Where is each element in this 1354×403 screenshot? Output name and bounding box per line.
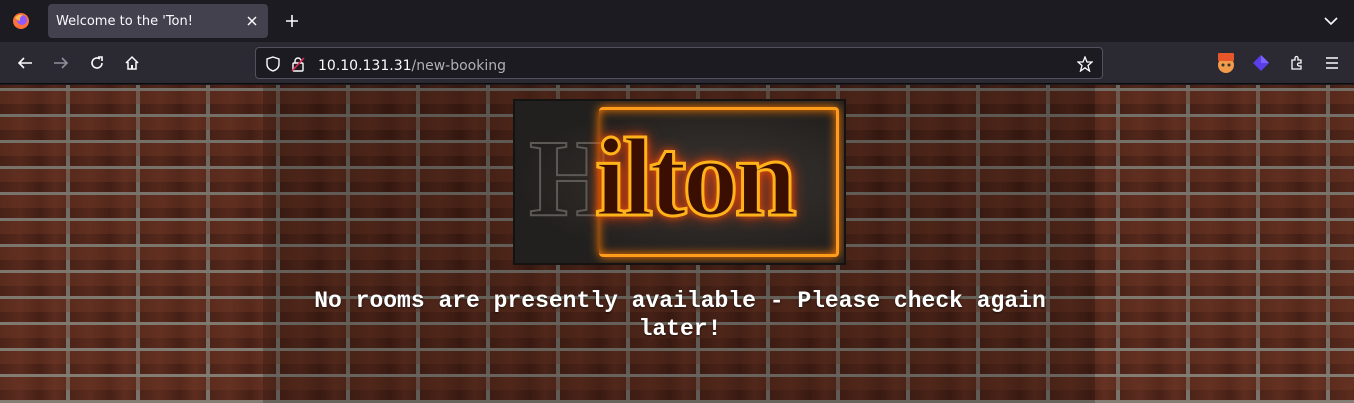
reload-button[interactable] xyxy=(83,49,111,77)
url-bar[interactable]: 10.10.131.31/new-booking xyxy=(255,47,1103,79)
tab-title: Welcome to the 'Ton! xyxy=(56,13,193,29)
burp-extension-button[interactable] xyxy=(1213,50,1239,76)
tab-strip: Welcome to the 'Ton! xyxy=(0,0,1354,42)
shield-icon[interactable] xyxy=(264,55,282,73)
bookmark-star-icon[interactable] xyxy=(1076,55,1094,73)
purple-cube-icon xyxy=(1253,55,1269,71)
tab-active[interactable]: Welcome to the 'Ton! xyxy=(48,4,268,38)
availability-message: No rooms are presently available - Pleas… xyxy=(314,288,1046,342)
app-menu-button[interactable] xyxy=(1319,50,1345,76)
extensions-icon xyxy=(1291,55,1302,70)
extensions-button[interactable] xyxy=(1284,50,1310,76)
hilton-neon-logo: H ilton xyxy=(513,99,846,265)
list-all-tabs-button[interactable] xyxy=(1318,8,1344,34)
arrow-right-icon xyxy=(54,57,69,69)
reload-icon xyxy=(91,56,103,69)
new-tab-button[interactable] xyxy=(279,8,305,34)
firefox-menu-button[interactable] xyxy=(8,8,34,34)
close-icon[interactable] xyxy=(242,11,262,31)
forward-button[interactable] xyxy=(47,49,75,77)
arrow-left-icon xyxy=(17,57,32,69)
menu-icon xyxy=(1326,57,1338,69)
cube-extension-button[interactable] xyxy=(1248,50,1274,76)
chevron-down-icon xyxy=(1324,17,1338,26)
burp-icon xyxy=(1218,53,1234,73)
back-button[interactable] xyxy=(11,49,39,77)
home-button[interactable] xyxy=(118,49,146,77)
insecure-lock-icon[interactable] xyxy=(289,55,307,73)
navigation-toolbar: 10.10.131.31/new-booking xyxy=(0,42,1354,84)
firefox-icon xyxy=(13,13,29,29)
home-icon xyxy=(125,55,139,70)
logo-text: ilton xyxy=(594,116,799,240)
url-text[interactable]: 10.10.131.31/new-booking xyxy=(318,55,506,74)
page-content: H ilton No rooms are presently available… xyxy=(0,85,1354,403)
url-host: 10.10.131.31 xyxy=(318,58,412,74)
plus-icon xyxy=(286,15,298,27)
url-path: /new-booking xyxy=(411,58,506,74)
